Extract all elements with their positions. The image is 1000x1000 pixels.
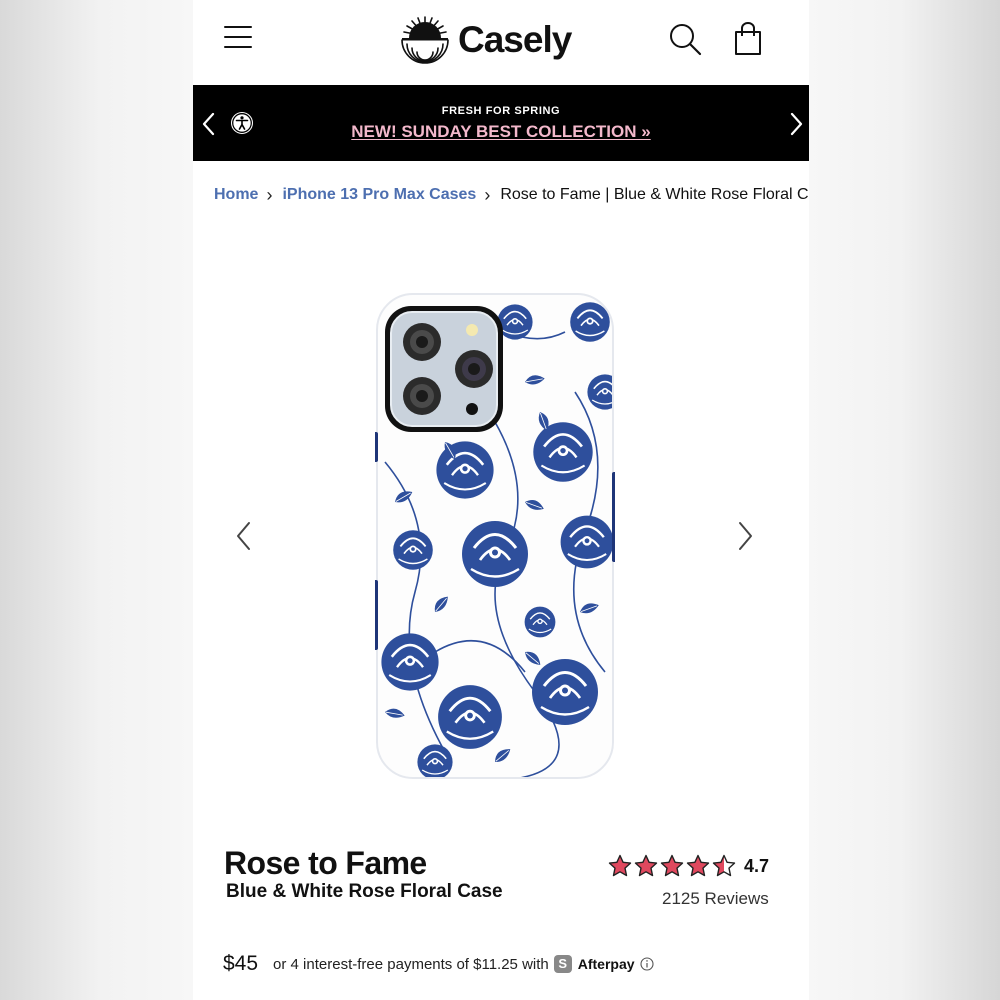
breadcrumb: Home › iPhone 13 Pro Max Cases › Rose to… (214, 184, 809, 206)
promo-kicker-text: FRESH FOR SPRING (441, 105, 561, 117)
product-title: Rose to Fame (224, 845, 427, 881)
rating[interactable]: 4.7 (608, 854, 769, 878)
product-subtitle: Blue & White Rose Floral Case (226, 881, 503, 902)
breadcrumb-category[interactable]: iPhone 13 Pro Max Cases (282, 186, 476, 204)
star-filled-icon (608, 854, 632, 877)
product-image[interactable] (375, 292, 615, 780)
site-header: Casely (193, 0, 809, 85)
star-half-icon (712, 854, 736, 877)
banner-next-arrow-icon[interactable] (785, 111, 807, 137)
brand-name: Casely (458, 19, 572, 60)
sunburst-logo-icon (401, 16, 449, 64)
price-row: $45 or 4 interest-free payments of $11.2… (223, 952, 654, 976)
afterpay-logo-icon: S (553, 955, 572, 973)
promo-collection-link[interactable]: NEW! SUNDAY BEST COLLECTION » (351, 122, 650, 141)
gallery-prev-arrow-icon[interactable] (233, 520, 255, 552)
installment-text: or 4 interest-free payments of $11.25 wi… (273, 955, 549, 973)
product-page: Casely FRESH FOR SPRING NEW! SUNDAY BEST… (193, 0, 809, 1000)
brand-logo[interactable]: Casely (399, 12, 572, 68)
shopping-bag-icon[interactable] (734, 22, 762, 56)
promo-banner: FRESH FOR SPRING NEW! SUNDAY BEST COLLEC… (193, 85, 809, 161)
hamburger-menu-icon[interactable] (223, 24, 253, 50)
rating-value: 4.7 (744, 855, 770, 876)
reviews-link[interactable]: 2125 Reviews (662, 889, 769, 909)
star-filled-icon (686, 854, 710, 877)
star-filled-icon (634, 854, 658, 877)
afterpay-name: Afterpay (577, 956, 635, 972)
info-icon[interactable] (639, 957, 654, 971)
breadcrumb-home[interactable]: Home (214, 186, 258, 204)
search-icon[interactable] (668, 22, 702, 56)
chevron-right-icon: › (266, 184, 273, 205)
gallery-next-arrow-icon[interactable] (734, 520, 756, 552)
chevron-right-icon: › (484, 184, 491, 205)
star-filled-icon (660, 854, 684, 877)
product-price: $45 (223, 952, 259, 975)
breadcrumb-current: Rose to Fame | Blue & White Rose Floral … (500, 186, 809, 203)
